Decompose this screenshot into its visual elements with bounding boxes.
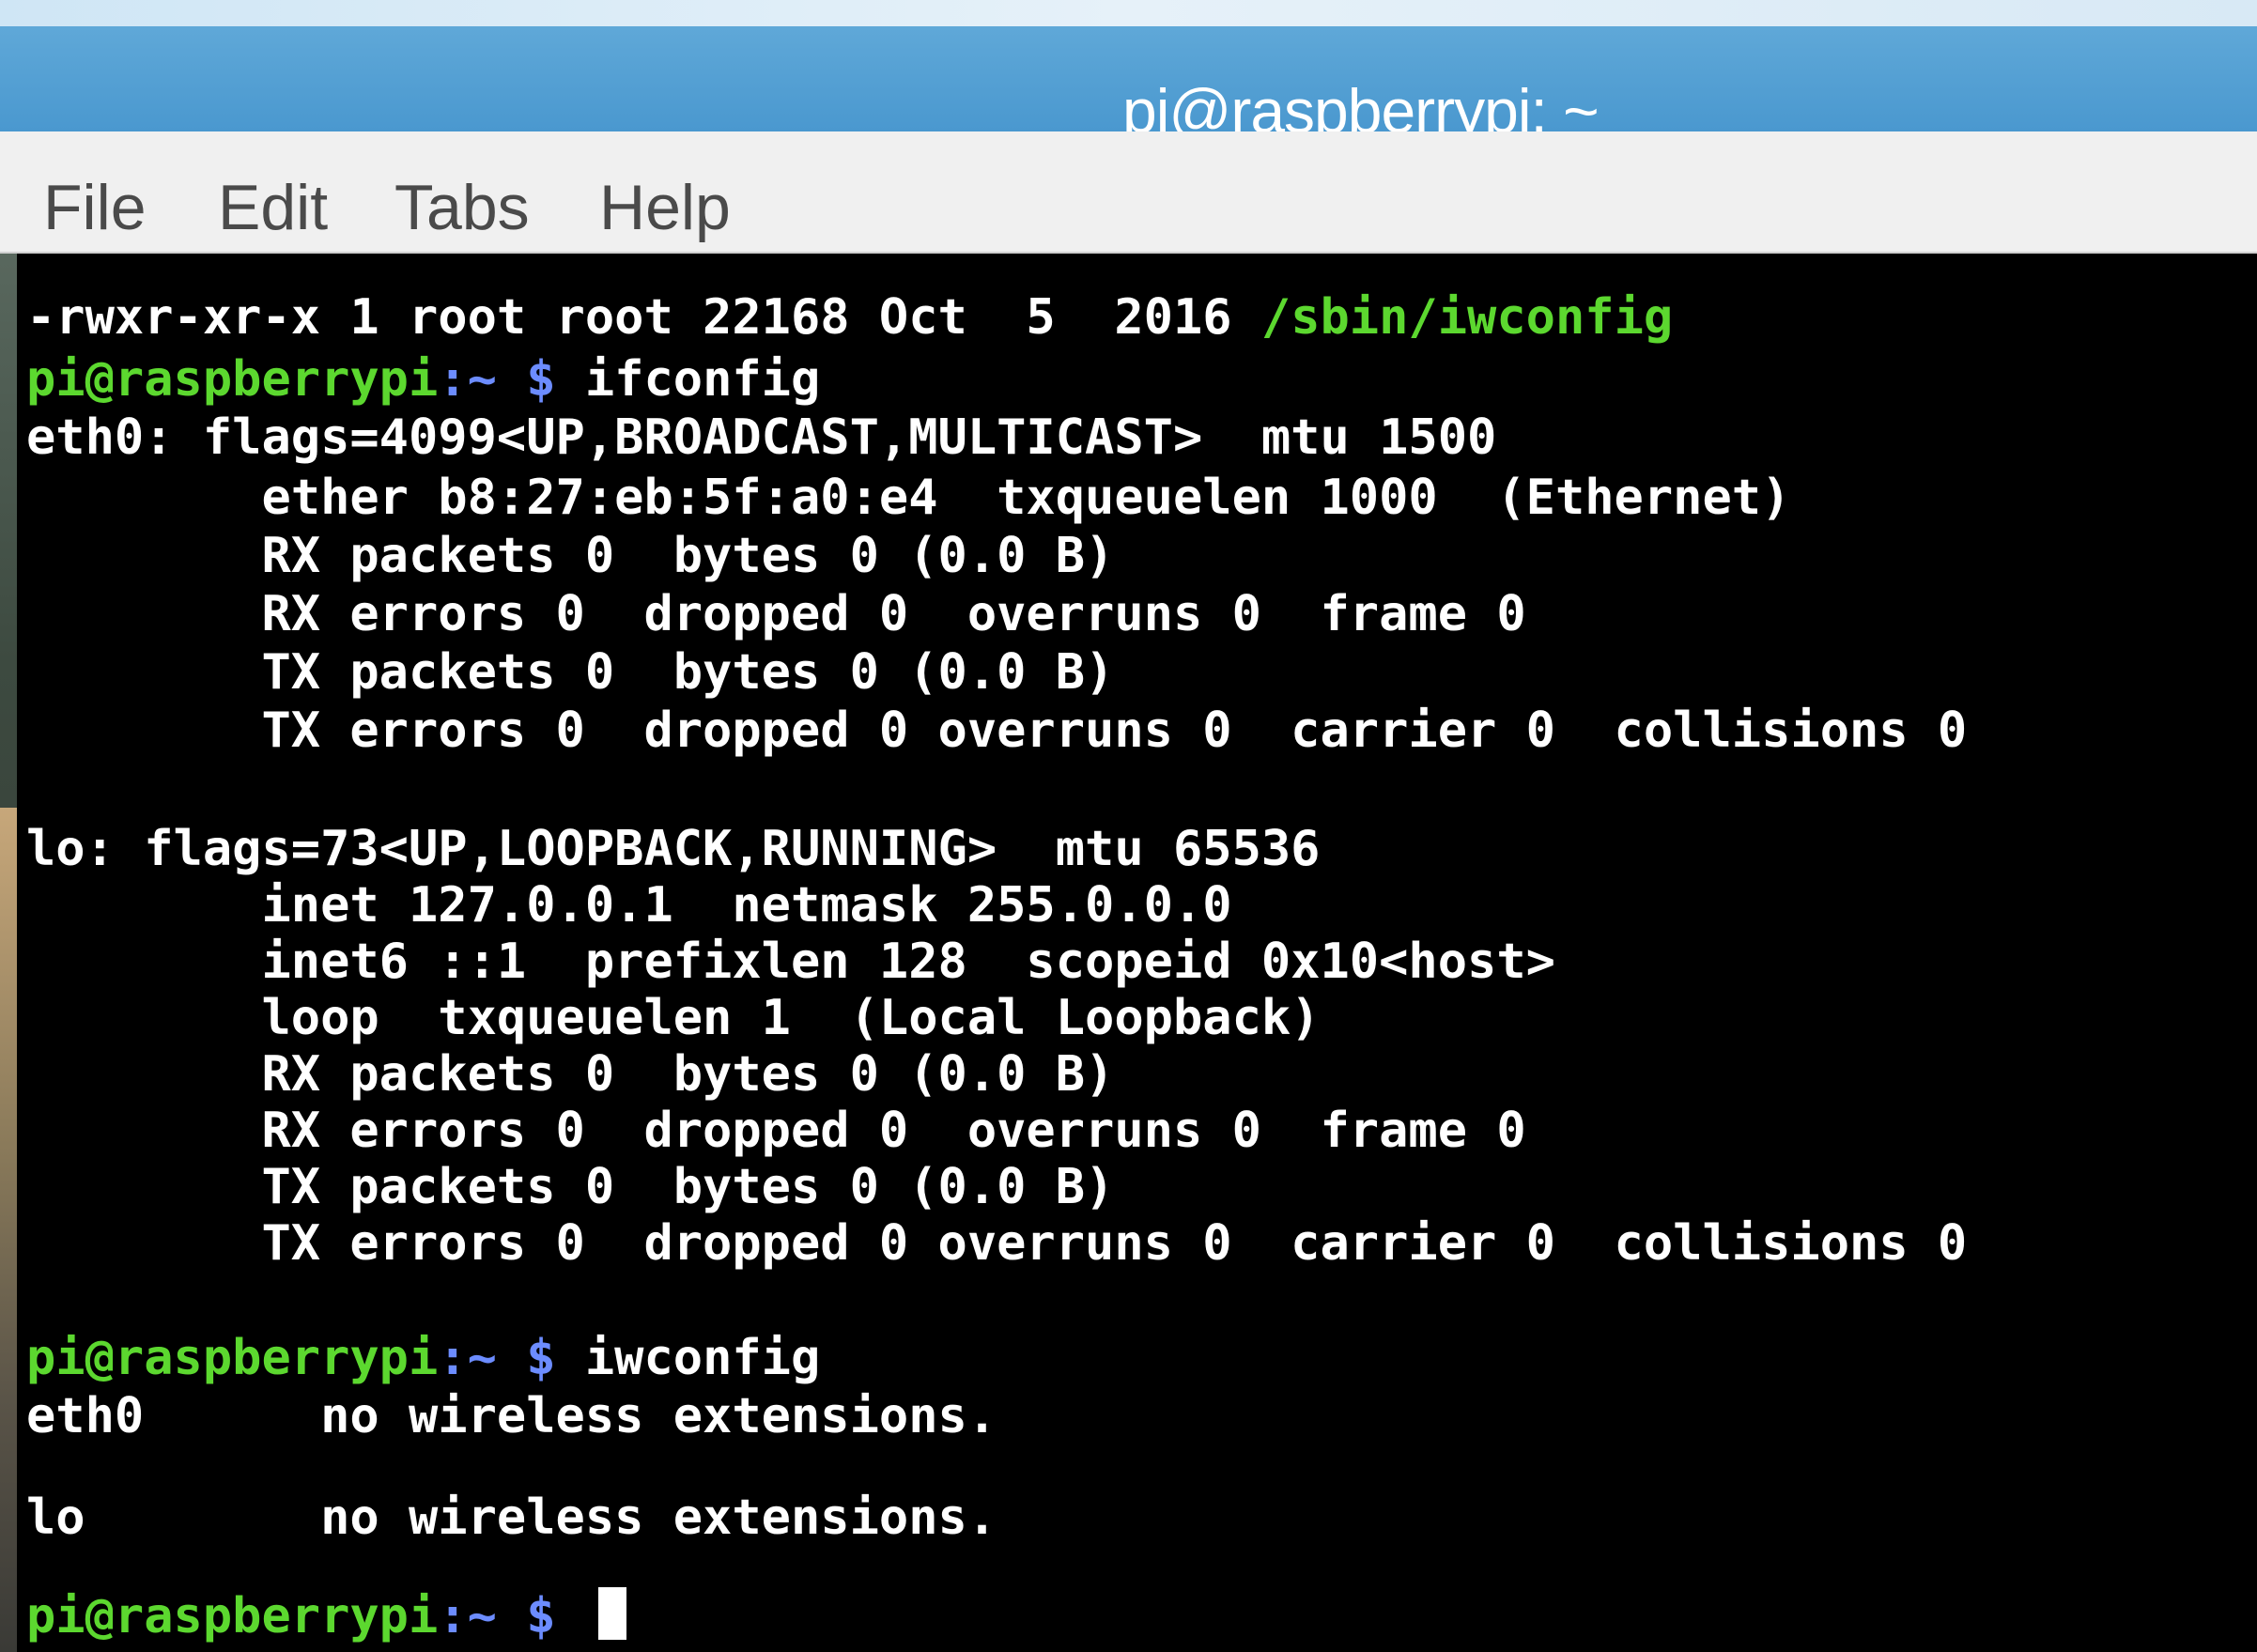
prompt-command: iwconfig [555, 1330, 821, 1386]
terminal-line: loop txqueuelen 1 (Local Loopback) [26, 990, 1321, 1046]
text-cursor[interactable] [597, 1587, 626, 1640]
terminal-line: RX errors 0 dropped 0 overruns 0 frame 0 [26, 1103, 1526, 1159]
terminal-prompt-line: pi@raspberrypi:~ $ [26, 1587, 626, 1644]
menu-file[interactable]: File [43, 171, 147, 244]
menu-edit[interactable]: Edit [218, 171, 328, 244]
prompt-path: :~ $ [438, 1588, 556, 1644]
prompt-path: :~ $ [438, 1330, 556, 1386]
prompt-path: :~ $ [438, 351, 556, 408]
terminal-line: eth0: flags=4099<UP,BROADCAST,MULTICAST>… [26, 409, 1497, 466]
terminal-line: TX packets 0 bytes 0 (0.0 B) [26, 1159, 1115, 1215]
menu-help[interactable]: Help [599, 171, 731, 244]
prompt-user: pi@raspberrypi [26, 1330, 439, 1386]
terminal-line: RX errors 0 dropped 0 overruns 0 frame 0 [26, 586, 1526, 642]
ls-output-path: /sbin/iwconfig [1260, 289, 1674, 346]
terminal-prompt-line: pi@raspberrypi:~ $ iwconfig [26, 1330, 820, 1386]
window-titlebar[interactable]: pi@raspberrypi: ~ [0, 26, 2257, 146]
terminal-window: pi@raspberrypi: ~ File Edit Tabs Help -r… [0, 26, 2257, 1652]
prompt-user: pi@raspberrypi [26, 1588, 439, 1644]
terminal-line: ether b8:27:eb:5f:a0:e4 txqueuelen 1000 … [26, 470, 1791, 526]
terminal-line: -rwxr-xr-x 1 root root 22168 Oct 5 2016 … [26, 289, 1673, 346]
ls-output-text: -rwxr-xr-x 1 root root 22168 Oct 5 2016 [26, 289, 1261, 346]
terminal-line: TX errors 0 dropped 0 overruns 0 carrier… [26, 702, 1968, 759]
terminal-line: TX errors 0 dropped 0 overruns 0 carrier… [26, 1215, 1968, 1272]
menu-tabs[interactable]: Tabs [394, 171, 530, 244]
terminal-line: lo: flags=73<UP,LOOPBACK,RUNNING> mtu 65… [26, 821, 1321, 877]
terminal-line: RX packets 0 bytes 0 (0.0 B) [26, 1046, 1115, 1103]
desktop-screen: pi@raspberrypi: ~ File Edit Tabs Help -r… [0, 0, 2257, 1652]
terminal-line: inet6 ::1 prefixlen 128 scopeid 0x10<hos… [26, 934, 1555, 990]
prompt-user: pi@raspberrypi [26, 351, 439, 408]
terminal-line: eth0 no wireless extensions. [26, 1388, 997, 1444]
prompt-command [556, 1588, 585, 1644]
terminal-prompt-line: pi@raspberrypi:~ $ ifconfig [26, 351, 820, 408]
menu-bar: File Edit Tabs Help [0, 131, 2257, 254]
terminal-output[interactable]: -rwxr-xr-x 1 root root 22168 Oct 5 2016 … [17, 254, 2257, 1652]
terminal-line: TX packets 0 bytes 0 (0.0 B) [26, 644, 1115, 701]
prompt-command: ifconfig [555, 351, 821, 408]
terminal-line: inet 127.0.0.1 netmask 255.0.0.0 [26, 877, 1232, 934]
terminal-line: RX packets 0 bytes 0 (0.0 B) [26, 528, 1115, 584]
terminal-line: lo no wireless extensions. [26, 1490, 997, 1546]
